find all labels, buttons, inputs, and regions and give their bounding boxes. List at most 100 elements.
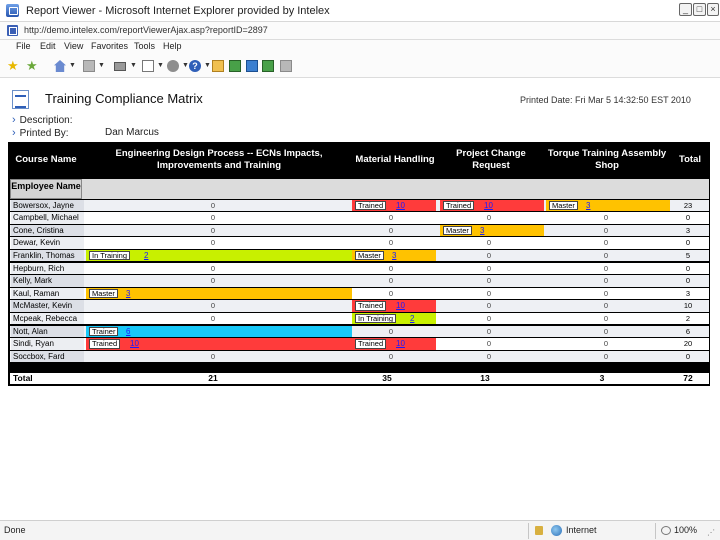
row-total: 6 xyxy=(685,326,691,336)
header-course-torque-training: Torque Training Assembly Shop xyxy=(547,148,667,171)
address-url[interactable]: http://demo.intelex.com/reportViewerAjax… xyxy=(24,25,268,35)
employee-name: Hepburn, Rich xyxy=(11,262,84,274)
status-divider xyxy=(528,523,529,539)
status-badge: Trained xyxy=(355,339,387,349)
help-icon[interactable]: ? xyxy=(189,60,201,72)
chevron-down-icon[interactable]: ▼ xyxy=(204,60,211,72)
row-total: 20 xyxy=(683,339,693,349)
chevron-down-icon[interactable]: ▼ xyxy=(98,60,105,72)
status-count-link[interactable]: 10 xyxy=(396,200,405,212)
table-row: McMaster, Kevin 0 Trained 10 0 0 10 xyxy=(10,300,709,312)
feeds-icon[interactable] xyxy=(83,60,95,72)
maximize-button[interactable]: □ xyxy=(693,3,706,16)
status-count-link[interactable]: 10 xyxy=(130,338,139,350)
cell-value-engineering: 0 xyxy=(210,313,216,323)
status-count-link[interactable]: 2 xyxy=(410,313,414,325)
cell-value-material-handling: 0 xyxy=(388,263,394,273)
training-status-cell-material-handling[interactable]: Trained 10 xyxy=(352,199,436,212)
status-count-link[interactable]: 10 xyxy=(396,300,405,312)
window-title-bar: Report Viewer - Microsoft Internet Explo… xyxy=(0,0,720,22)
minimize-button[interactable]: _ xyxy=(679,3,692,16)
cell-value-torque-training: 0 xyxy=(603,301,609,311)
status-count-link[interactable]: 3 xyxy=(480,225,484,237)
cell-value-torque-training: 0 xyxy=(603,213,609,223)
cell-value-torque-training: 0 xyxy=(603,250,609,260)
excel-icon[interactable] xyxy=(229,60,241,72)
cell-value-torque-training: 0 xyxy=(603,326,609,336)
menu-view[interactable]: View xyxy=(64,41,83,51)
row-total: 0 xyxy=(685,263,691,273)
tools-gear-icon[interactable] xyxy=(167,60,179,72)
training-status-cell-material-handling[interactable]: Master 3 xyxy=(352,249,436,262)
training-status-cell-material-handling[interactable]: In Training 2 xyxy=(352,312,436,325)
add-favorites-icon[interactable]: ★ xyxy=(26,59,38,72)
tools-extra-icon[interactable] xyxy=(280,60,292,72)
printed-by-value: Dan Marcus xyxy=(105,127,159,138)
header-course-project-change: Project Change Request xyxy=(456,148,526,171)
zoom-icon[interactable] xyxy=(661,526,671,535)
favorites-star-icon[interactable]: ★ xyxy=(7,59,19,72)
training-status-cell-project-change[interactable]: Trained 10 xyxy=(440,199,544,212)
training-status-cell-engineering[interactable]: Trainer 6 xyxy=(86,325,352,338)
toolbar: ★ ★ ▼ ▼ ▼ ▼ ▼ ? ▼ xyxy=(0,55,720,78)
page-icon[interactable] xyxy=(142,60,154,72)
close-button[interactable]: × xyxy=(707,3,719,16)
cell-value-project-change: 0 xyxy=(486,276,492,286)
training-status-cell-material-handling[interactable]: Trained 10 xyxy=(352,338,436,350)
cell-value-material-handling: 0 xyxy=(388,213,394,223)
table-row: Kaul, Raman Master 3 0 0 0 3 xyxy=(10,287,709,300)
chevron-down-icon[interactable]: ▼ xyxy=(157,60,164,72)
status-count-link[interactable]: 3 xyxy=(126,288,130,300)
status-count-link[interactable]: 6 xyxy=(126,326,130,338)
home-icon[interactable] xyxy=(54,60,66,72)
chevron-down-icon[interactable]: ▼ xyxy=(182,60,189,72)
research-icon[interactable] xyxy=(262,60,274,72)
zoom-level[interactable]: 100% xyxy=(674,525,697,535)
status-count-link[interactable]: 10 xyxy=(396,338,405,350)
printed-by-label: Printed By: xyxy=(19,128,69,139)
globe-icon xyxy=(551,525,562,536)
chevron-down-icon[interactable]: ▼ xyxy=(130,60,137,72)
cell-value-material-handling: 0 xyxy=(388,351,394,361)
messenger-icon[interactable] xyxy=(246,60,258,72)
status-count-link[interactable]: 3 xyxy=(392,250,396,262)
employee-name: Sindi, Ryan xyxy=(11,338,84,350)
row-total: 0 xyxy=(685,238,691,248)
printed-date: Printed Date: Fri Mar 5 14:32:50 EST 201… xyxy=(520,95,691,105)
training-status-cell-engineering[interactable]: Master 3 xyxy=(86,287,352,300)
table-row: Campbell, Michael 0 0 0 0 0 xyxy=(10,212,709,224)
training-status-cell-engineering[interactable]: Trained 10 xyxy=(86,338,352,350)
employee-name: Franklin, Thomas xyxy=(11,249,84,262)
chevron-down-icon[interactable]: ▼ xyxy=(69,60,76,72)
report-title: Training Compliance Matrix xyxy=(45,91,203,106)
address-bar[interactable]: http://demo.intelex.com/reportViewerAjax… xyxy=(0,22,720,40)
menu-edit[interactable]: Edit xyxy=(40,41,56,51)
status-count-link[interactable]: 2 xyxy=(144,250,148,262)
cell-value-torque-training: 0 xyxy=(603,351,609,361)
print-icon[interactable] xyxy=(114,62,126,71)
status-count-link[interactable]: 10 xyxy=(484,200,493,212)
training-status-cell-torque-training[interactable]: Master 3 xyxy=(546,199,670,212)
menu-favorites[interactable]: Favorites xyxy=(91,41,128,51)
table-row: Soccbox, Fard 0 0 0 0 0 xyxy=(10,350,709,363)
training-status-cell-project-change[interactable]: Master 3 xyxy=(440,224,544,237)
cell-value-torque-training: 0 xyxy=(603,276,609,286)
status-count-link[interactable]: 3 xyxy=(586,200,590,212)
header-employee-name: Employee Name xyxy=(10,179,82,199)
employee-name: Bowersox, Jayne xyxy=(11,199,84,211)
menu-bar: File Edit View Favorites Tools Help xyxy=(0,40,720,55)
menu-tools[interactable]: Tools xyxy=(134,41,155,51)
status-text: Done xyxy=(4,525,26,535)
employee-name: Soccbox, Fard xyxy=(11,350,84,363)
cell-value-project-change: 0 xyxy=(486,238,492,248)
training-status-cell-material-handling[interactable]: Trained 10 xyxy=(352,300,436,312)
status-badge: In Training xyxy=(355,313,397,324)
training-status-cell-engineering[interactable]: In Training 2 xyxy=(86,249,352,262)
row-total: 0 xyxy=(685,351,691,361)
resize-grip-icon[interactable]: ⋰ xyxy=(707,528,715,537)
menu-file[interactable]: File xyxy=(16,41,31,51)
cell-value-torque-training: 0 xyxy=(603,225,609,235)
mail-icon[interactable] xyxy=(212,60,224,72)
menu-help[interactable]: Help xyxy=(163,41,182,51)
table-row: Nott, Alan Trainer 6 0 0 0 6 xyxy=(10,325,709,338)
